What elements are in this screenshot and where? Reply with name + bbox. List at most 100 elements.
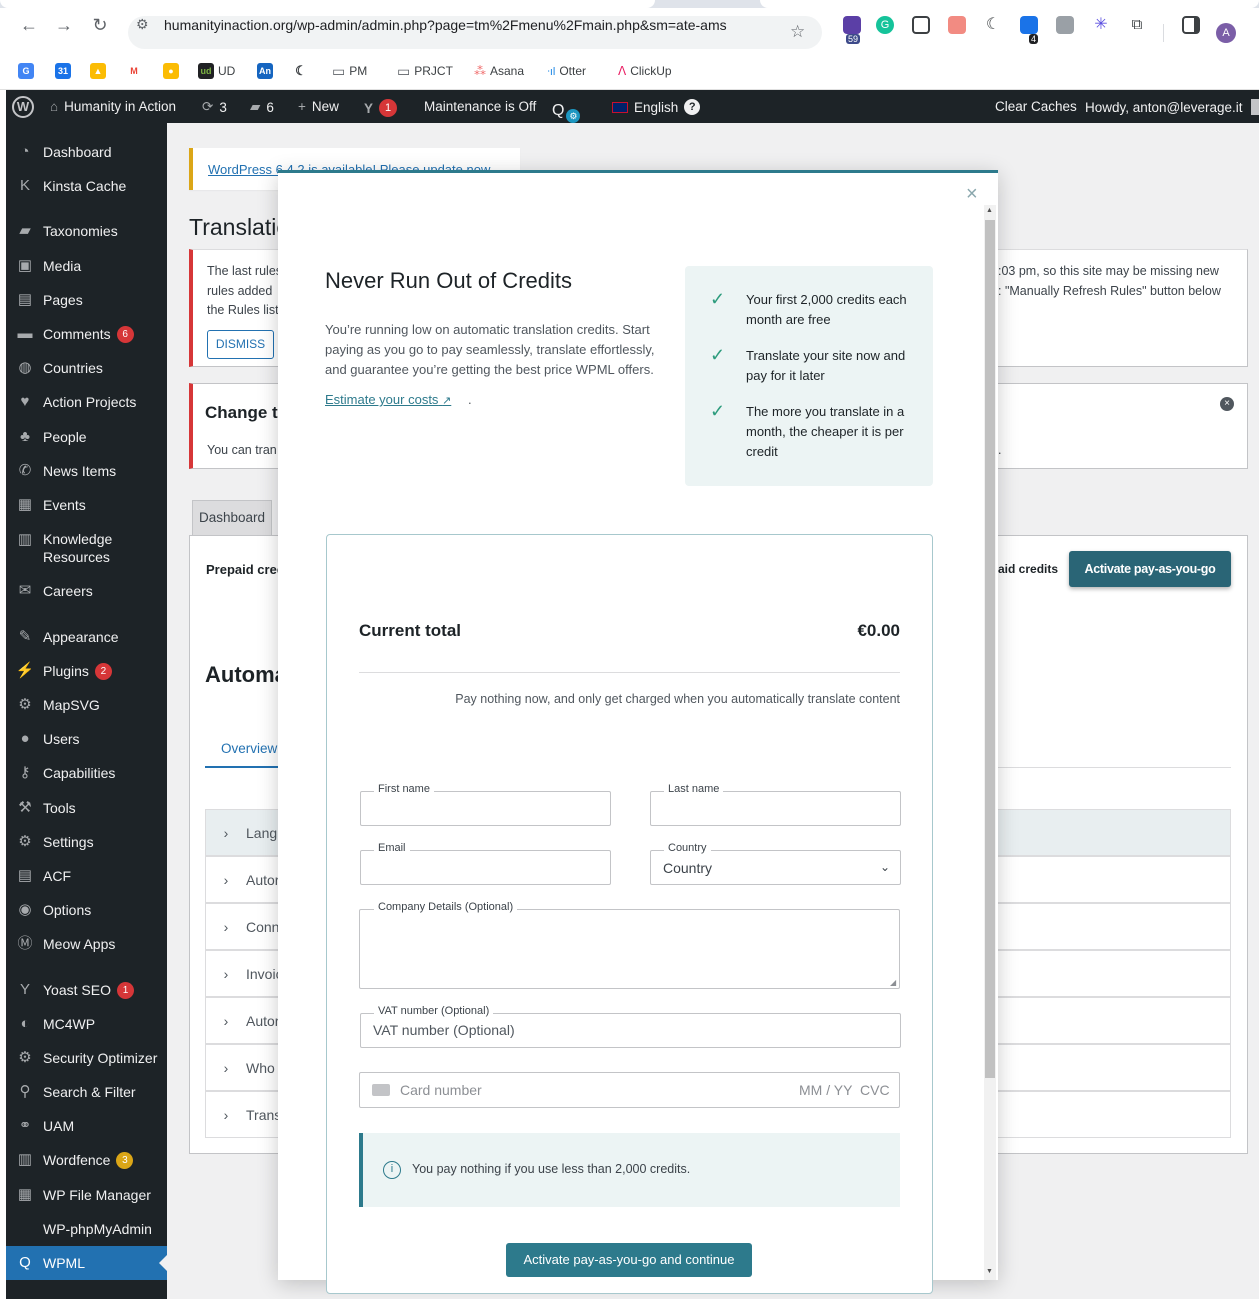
updates-count: 3 — [219, 99, 227, 115]
close-icon[interactable]: × — [966, 183, 978, 206]
maintenance-status[interactable]: Maintenance is Off — [424, 99, 536, 114]
first-name-input[interactable] — [360, 791, 611, 826]
modal-scrollbar-thumb[interactable] — [985, 220, 995, 1078]
bookmark-keep[interactable]: ● — [163, 62, 179, 80]
sidebar-item-pages[interactable]: ▤ Pages — [6, 283, 167, 317]
activate-payg-button[interactable]: Activate pay-as-you-go — [1069, 551, 1231, 587]
sidebar-item-people[interactable]: ♣ People — [6, 420, 167, 454]
bookmark-asana[interactable]: ⁂ Asana — [474, 62, 524, 80]
tab-dashboard[interactable]: Dashboard — [192, 500, 272, 536]
reload-icon[interactable]: ↻ — [90, 15, 110, 35]
card-cvc-placeholder[interactable]: CVC — [860, 1082, 890, 1098]
grammarly-icon[interactable]: G — [876, 16, 894, 34]
bookmark-ud[interactable]: ud UD — [198, 62, 235, 80]
extension-icon-3[interactable] — [1056, 16, 1074, 34]
sidebar-item-wp-phpmyadmin[interactable]: WP-phpMyAdmin — [6, 1212, 167, 1246]
bookmark-clickup[interactable]: ☾ — [293, 62, 309, 80]
sidebar-item-dashboard[interactable]: ◔ Dashboard — [6, 135, 167, 169]
sidebar-item-knowledge-resources[interactable]: ▥ Knowledge Resources — [6, 524, 167, 568]
clear-caches-link[interactable]: Clear Caches — [995, 99, 1077, 114]
calendar-ext-icon[interactable] — [948, 16, 966, 34]
sidebar-item-settings[interactable]: ⚙ Settings — [6, 825, 167, 859]
scroll-up-icon[interactable]: ▲ — [986, 207, 993, 214]
yoast-menu[interactable]: Y1 — [364, 99, 398, 117]
back-icon[interactable]: ← — [19, 15, 39, 35]
bookmark-translate[interactable]: G — [18, 62, 34, 80]
sidebar-item-wordfence[interactable]: ▥ Wordfence 3 — [6, 1143, 167, 1177]
updates-icon: ⟳ — [202, 99, 214, 114]
account-menu[interactable]: Howdy, anton@leverage.it — [1085, 99, 1259, 115]
modal-description: You’re running low on automatic translat… — [325, 322, 655, 377]
sidebar-item-yoast-seo[interactable]: Y Yoast SEO 1 — [6, 973, 167, 1007]
extension-icon-2[interactable] — [1020, 16, 1038, 34]
sidebar-item-news-items[interactable]: ✆ News Items — [6, 454, 167, 488]
email-input[interactable] — [360, 850, 611, 885]
url-text[interactable]: humanityinaction.org/wp-admin/admin.php?… — [164, 17, 727, 33]
sidebar-item-mapsvg[interactable]: ⚙ MapSVG — [6, 688, 167, 722]
sidebar-item-countries[interactable]: ◍ Countries — [6, 351, 167, 385]
wpml-adminbar-icon[interactable]: Q ⚙ — [552, 99, 581, 123]
sidebar-item-meow-apps[interactable]: Ⓜ Meow Apps — [6, 927, 167, 961]
site-name-link[interactable]: ⌂ Humanity in Action — [50, 99, 176, 114]
sidebar-item-media[interactable]: ▣ Media — [6, 249, 167, 283]
bookmark-drive[interactable]: ▲ — [90, 62, 106, 80]
browser-tab-active[interactable] — [0, 0, 655, 8]
bookmark-gmail[interactable]: M — [126, 62, 142, 80]
sidebar-item-mc4wp[interactable]: ◐ MC4WP — [6, 1007, 167, 1041]
bookmark-folder-pm[interactable]: ▭ PM — [332, 62, 367, 80]
browser-tab[interactable] — [760, 0, 1259, 8]
sidebar-item-comments[interactable]: ▬ Comments 6 — [6, 317, 167, 351]
comments-link[interactable]: ▰ 6 — [250, 99, 274, 115]
wordpress-logo-icon[interactable]: W — [12, 96, 34, 118]
clickup-ext-icon[interactable]: ☾ — [984, 16, 1002, 34]
site-settings-icon[interactable]: ⚙ — [136, 16, 152, 32]
document-icon: ▥ — [17, 531, 33, 548]
sidebar-item-users[interactable]: ● Users — [6, 722, 167, 756]
company-details-textarea[interactable] — [359, 909, 900, 989]
perplexity-icon[interactable]: ✳ — [1092, 16, 1110, 34]
sidebar-item-taxonomies[interactable]: ▰ Taxonomies — [6, 214, 167, 248]
sidebar-item-acf[interactable]: ▤ ACF — [6, 859, 167, 893]
language-switcher[interactable]: English? — [612, 99, 701, 115]
activate-continue-button[interactable]: Activate pay-as-you-go and continue — [506, 1243, 752, 1277]
bookmark-clickup-2[interactable]: ᐱ ClickUp — [618, 62, 672, 80]
resize-handle-icon[interactable]: ◢ — [890, 978, 896, 987]
profile-avatar[interactable]: A — [1216, 23, 1236, 43]
last-name-input[interactable] — [650, 791, 901, 826]
bookmark-otter[interactable]: ᐧıl Otter — [547, 62, 586, 80]
sidebar-item-plugins[interactable]: ⚡ Plugins 2 — [6, 654, 167, 688]
new-content-link[interactable]: + New — [298, 99, 339, 114]
extensions-puzzle-icon[interactable]: ⧉ — [1128, 16, 1146, 34]
page-title: Translatic — [189, 214, 288, 240]
estimate-costs-link[interactable]: Estimate your costs ↗ — [325, 392, 451, 407]
sidebar-item-options[interactable]: ◉ Options — [6, 893, 167, 927]
sidebar-item-events[interactable]: ▦ Events — [6, 488, 167, 522]
sidebar-item-search-filter[interactable]: ⚲ Search & Filter — [6, 1075, 167, 1109]
sidebar-item-careers[interactable]: ✉ Careers — [6, 574, 167, 608]
bookmark-folder-prjct[interactable]: ▭ PRJCT — [397, 62, 453, 80]
extension-icon[interactable] — [843, 16, 861, 34]
dismiss-button[interactable]: DISMISS — [207, 330, 274, 359]
sidebar-item-uam[interactable]: ⚭ UAM — [6, 1109, 167, 1143]
bookmark-an[interactable]: An — [257, 62, 273, 80]
side-panel-icon[interactable] — [1182, 16, 1200, 34]
card-expiry-placeholder[interactable]: MM / YY — [799, 1082, 852, 1098]
sidebar-item-wp-file-manager[interactable]: ▦ WP File Manager — [6, 1178, 167, 1212]
sidebar-item-wpml[interactable]: Q WPML — [6, 1246, 167, 1280]
screenshot-icon[interactable] — [912, 16, 930, 34]
prepaid-label: Prepaid cred — [206, 562, 285, 577]
sidebar-badge: 6 — [116, 325, 134, 343]
sidebar-item-tools[interactable]: ⚒ Tools — [6, 791, 167, 825]
sidebar-item-capabilities[interactable]: ⚷ Capabilities — [6, 756, 167, 790]
scroll-down-icon[interactable]: ▼ — [986, 1268, 993, 1275]
sidebar-item-action-projects[interactable]: ♥ Action Projects — [6, 385, 167, 419]
forward-icon[interactable]: → — [54, 15, 74, 35]
close-notice-icon[interactable]: × — [1220, 397, 1234, 411]
updates-link[interactable]: ⟳ 3 — [202, 99, 227, 115]
bookmark-calendar[interactable]: 31 — [55, 62, 71, 80]
sidebar-item-kinsta-cache[interactable]: K Kinsta Cache — [6, 169, 167, 203]
sidebar-item-security-optimizer[interactable]: ⚙ Security Optimizer — [6, 1041, 167, 1075]
tab-overview[interactable]: Overview — [221, 741, 277, 756]
sidebar-item-appearance[interactable]: ✎ Appearance — [6, 620, 167, 654]
bookmark-star-icon[interactable]: ☆ — [790, 22, 805, 42]
